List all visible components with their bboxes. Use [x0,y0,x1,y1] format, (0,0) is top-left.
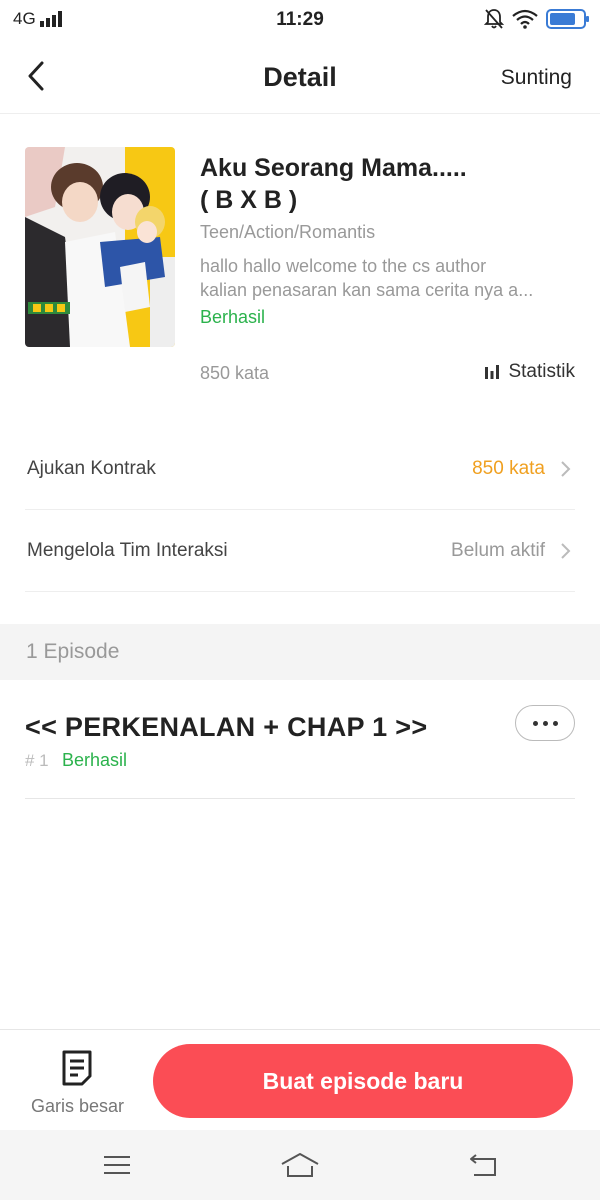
create-episode-button[interactable]: Buat episode baru [153,1044,573,1118]
battery-icon [546,9,589,29]
dot [552,720,558,726]
outline-label: Garis besar [30,1096,125,1116]
statistics-label: Statistik [508,361,575,382]
wifi-icon [512,9,538,29]
episode-status: Berhasil [62,750,128,770]
bar-chart-icon [485,365,500,379]
book-title-line: Aku Seorang Mama..... [200,154,467,182]
row-value: Belum aktif [451,540,545,561]
description-line: kalian penasaran kan sama cerita nya a..… [200,280,534,300]
back-nav-button[interactable] [463,1150,503,1180]
book-status: Berhasil [200,307,266,327]
menu-button[interactable] [97,1150,137,1180]
row-label: Ajukan Kontrak [27,458,156,479]
book-description: hallo hallo welcome to the cs author kal… [200,254,575,302]
muted-bell-icon [484,9,504,29]
chevron-right-icon [561,461,571,477]
episode-list-item[interactable]: << PERKENALAN + CHAP 1 >> # 1 Berhasil [25,680,575,799]
bottom-action-bar: Garis besar Buat episode baru [0,1029,600,1130]
word-count: 850 kata [200,363,270,383]
back-arrow-icon [470,1154,496,1176]
status-bar: 4G 11:29 [0,0,600,40]
episode-number: # 1 [25,751,49,770]
system-navigation-bar [0,1130,600,1200]
book-genre: Teen/Action/Romantis [200,222,376,242]
dot [532,720,538,726]
home-button[interactable] [280,1150,320,1180]
row-label: Mengelola Tim Interaksi [27,540,228,561]
status-icons [484,8,589,30]
submit-contract-row[interactable]: Ajukan Kontrak 850 kata [25,428,575,510]
home-icon [281,1153,319,1177]
manage-interaction-team-row[interactable]: Mengelola Tim Interaksi Belum aktif [25,510,575,592]
chevron-right-icon [561,543,571,559]
document-icon [62,1050,92,1086]
description-line: hallo hallo welcome to the cs author [200,256,487,276]
dot [542,720,548,726]
episode-count: 1 Episode [26,640,120,663]
book-cover-image[interactable] [25,147,175,347]
app-header: Detail Sunting [0,40,600,114]
row-value: 850 kata [472,458,545,479]
episode-title: << PERKENALAN + CHAP 1 >> [25,712,428,742]
outline-button[interactable]: Garis besar [20,1046,135,1122]
book-title-line: ( B X B ) [200,186,298,214]
more-options-button[interactable] [515,705,575,741]
edit-button[interactable]: Sunting [501,66,572,90]
menu-icon [104,1156,130,1174]
episode-count-header: 1 Episode [0,624,600,680]
book-title: Aku Seorang Mama..... ( B X B ) [200,152,580,216]
statistics-button[interactable]: Statistik [484,361,575,383]
